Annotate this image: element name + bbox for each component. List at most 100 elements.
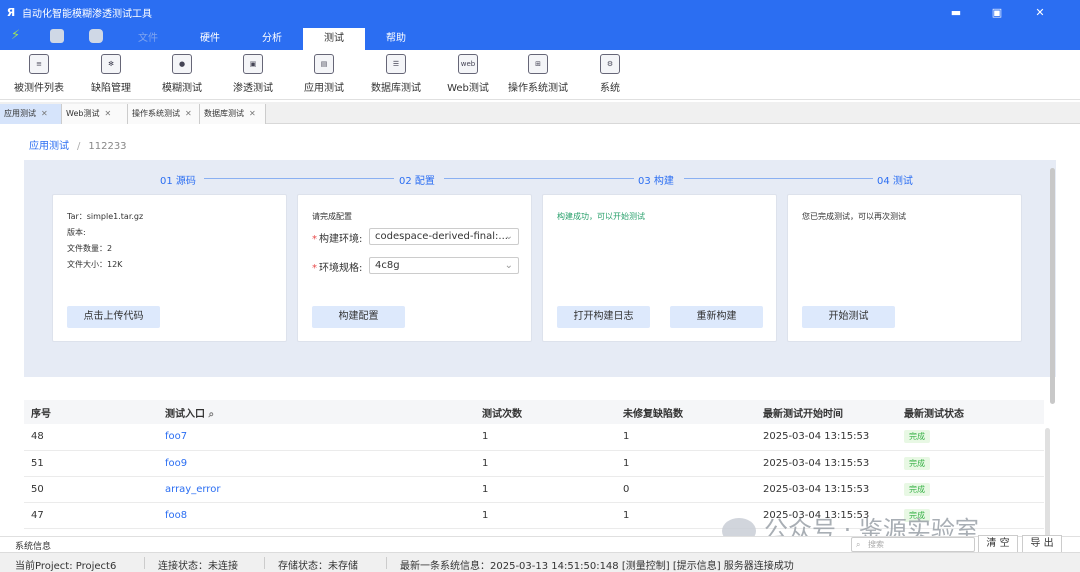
cell-entry-link[interactable]: array_error <box>158 476 475 503</box>
menu-tab-hardware[interactable]: 硬件 <box>179 28 241 50</box>
ribbon-label: Web测试 <box>447 83 489 94</box>
breadcrumb-root[interactable]: 应用测试 <box>29 141 69 152</box>
cell-id: 50 <box>24 476 158 503</box>
clear-button[interactable]: 清 空 <box>978 535 1018 553</box>
cell-count: 1 <box>475 476 616 503</box>
cell-id: 51 <box>24 450 158 477</box>
upload-code-button[interactable]: 点击上传代码 <box>67 306 160 328</box>
ribbon-fuzz-test[interactable]: ● 模糊测试 <box>154 54 210 98</box>
doc-tab-label: 应用测试 <box>4 109 36 118</box>
ribbon-label: 数据库测试 <box>371 83 421 94</box>
vertical-scrollbar[interactable] <box>1050 168 1055 404</box>
table-row[interactable]: 48 foo7 1 1 2025-03-04 13:15:53 完成 <box>24 424 1044 451</box>
status-divider <box>386 557 387 569</box>
step-4-label: 04 测试 <box>873 172 917 187</box>
export-button[interactable]: 导 出 <box>1022 535 1062 553</box>
record-icon[interactable] <box>89 29 103 43</box>
menu-tab-file[interactable]: 文件 <box>117 28 179 50</box>
required-marker: * <box>312 263 317 274</box>
table-row[interactable]: 50 array_error 1 0 2025-03-04 13:15:53 完… <box>24 476 1044 503</box>
cell-time: 2025-03-04 13:15:53 <box>756 424 897 451</box>
step-1-label: 01 源码 <box>156 172 200 187</box>
cell-id: 48 <box>24 424 158 451</box>
build-config-button[interactable]: 构建配置 <box>312 306 405 328</box>
close-tab-icon[interactable]: ✕ <box>249 109 256 118</box>
test-card: 您已完成测试，可以再次测试 开始测试 <box>787 194 1022 342</box>
build-env-select[interactable]: codespace-derived-final:... ⌄ <box>369 228 519 245</box>
menu-tab-help[interactable]: 帮助 <box>365 28 427 50</box>
ribbon-dut-list[interactable]: ≡ 被测件列表 <box>10 54 68 98</box>
env-spec-select[interactable]: 4c8g ⌄ <box>369 257 519 274</box>
stop-icon[interactable] <box>50 29 64 43</box>
doc-tab-web-test[interactable]: Web测试 ✕ <box>62 104 128 124</box>
cell-count: 1 <box>475 424 616 451</box>
cell-count: 1 <box>475 502 616 529</box>
chevron-down-icon: ⌄ <box>504 231 513 242</box>
minimize-button[interactable]: ▬ <box>936 0 976 24</box>
close-tab-icon[interactable]: ✕ <box>185 109 192 118</box>
menu-tab-analysis[interactable]: 分析 <box>241 28 303 50</box>
step-connector <box>684 178 874 179</box>
column-header-time[interactable]: 最新测试开始时间 <box>756 400 897 424</box>
config-heading: 请完成配置 <box>312 212 352 221</box>
ribbon-database-test[interactable]: ☰ 数据库测试 <box>366 54 426 98</box>
cell-id: 47 <box>24 502 158 529</box>
status-divider <box>264 557 265 569</box>
doc-tab-os-test[interactable]: 操作系统测试 ✕ <box>128 104 200 124</box>
ribbon-defect-management[interactable]: ✻ 缺陷管理 <box>83 54 139 98</box>
ribbon-system[interactable]: ⚙ 系统 <box>588 54 632 98</box>
cell-time: 2025-03-04 13:15:53 <box>756 476 897 503</box>
build-status-message: 构建成功，可以开始测试 <box>557 212 645 221</box>
required-marker: * <box>312 234 317 245</box>
status-badge: 完成 <box>904 482 930 496</box>
column-header-count[interactable]: 测试次数 <box>475 400 616 424</box>
sysinfo-search-input[interactable]: ⌕ 搜索 <box>851 537 975 552</box>
app-title: 自动化智能模糊渗透测试工具 <box>22 8 152 20</box>
lightning-icon[interactable]: ⚡ <box>11 29 25 43</box>
close-tab-icon[interactable]: ✕ <box>41 109 48 118</box>
doc-tab-app-test[interactable]: 应用测试 ✕ <box>0 104 62 124</box>
ribbon-label: 渗透测试 <box>233 83 273 94</box>
ribbon-app-test[interactable]: ▤ 应用测试 <box>296 54 352 98</box>
web-icon: web <box>458 54 478 74</box>
bug-icon: ✻ <box>101 54 121 74</box>
doc-tab-db-test[interactable]: 数据库测试 ✕ <box>200 104 266 124</box>
rebuild-button[interactable]: 重新构建 <box>670 306 763 328</box>
cell-time: 2025-03-04 13:15:53 <box>756 450 897 477</box>
env-spec-value: 4c8g <box>375 260 400 271</box>
penetration-icon: ▣ <box>243 54 263 74</box>
build-card: 构建成功，可以开始测试 打开构建日志 重新构建 <box>542 194 777 342</box>
cell-defects: 0 <box>616 476 756 503</box>
menu-tab-test[interactable]: 测试 <box>303 28 365 50</box>
ribbon-toolbar: ≡ 被测件列表 ✻ 缺陷管理 ● 模糊测试 ▣ 渗透测试 ▤ 应用测试 ☰ 数据… <box>0 50 1080 100</box>
table-row[interactable]: 51 foo9 1 1 2025-03-04 13:15:53 完成 <box>24 450 1044 477</box>
step-connector <box>444 178 634 179</box>
ribbon-os-test[interactable]: ⊞ 操作系统测试 <box>505 54 571 98</box>
app-logo-icon: Я <box>6 5 16 19</box>
close-button[interactable]: ✕ <box>1020 0 1060 24</box>
cell-entry-link[interactable]: foo7 <box>158 424 475 451</box>
ribbon-penetration-test[interactable]: ▣ 渗透测试 <box>225 54 281 98</box>
column-header-entry[interactable]: 测试入口 ⌕ <box>158 400 475 424</box>
start-test-button[interactable]: 开始测试 <box>802 306 895 328</box>
maximize-button[interactable]: ▣ <box>977 0 1017 24</box>
app-test-icon: ▤ <box>314 54 334 74</box>
ribbon-label: 被测件列表 <box>14 83 64 94</box>
search-icon[interactable]: ⌕ <box>208 409 214 420</box>
table-scrollbar[interactable] <box>1045 428 1050 538</box>
cell-entry-link[interactable]: foo9 <box>158 450 475 477</box>
column-header-defects[interactable]: 未修复缺陷数 <box>616 400 756 424</box>
breadcrumb-separator: / <box>77 141 81 152</box>
close-tab-icon[interactable]: ✕ <box>104 109 111 118</box>
column-header-status[interactable]: 最新测试状态 <box>897 400 1044 424</box>
column-header-entry-label: 测试入口 <box>165 408 205 420</box>
doc-tab-label: Web测试 <box>66 109 100 118</box>
fuzz-icon: ● <box>172 54 192 74</box>
cell-entry-link[interactable]: foo8 <box>158 502 475 529</box>
column-header-id[interactable]: 序号 <box>24 400 158 424</box>
ribbon-web-test[interactable]: web Web测试 <box>440 54 496 98</box>
open-build-log-button[interactable]: 打开构建日志 <box>557 306 650 328</box>
step-connector <box>204 178 394 179</box>
cell-status: 完成 <box>897 476 1044 503</box>
breadcrumb-current: 112233 <box>88 141 127 152</box>
